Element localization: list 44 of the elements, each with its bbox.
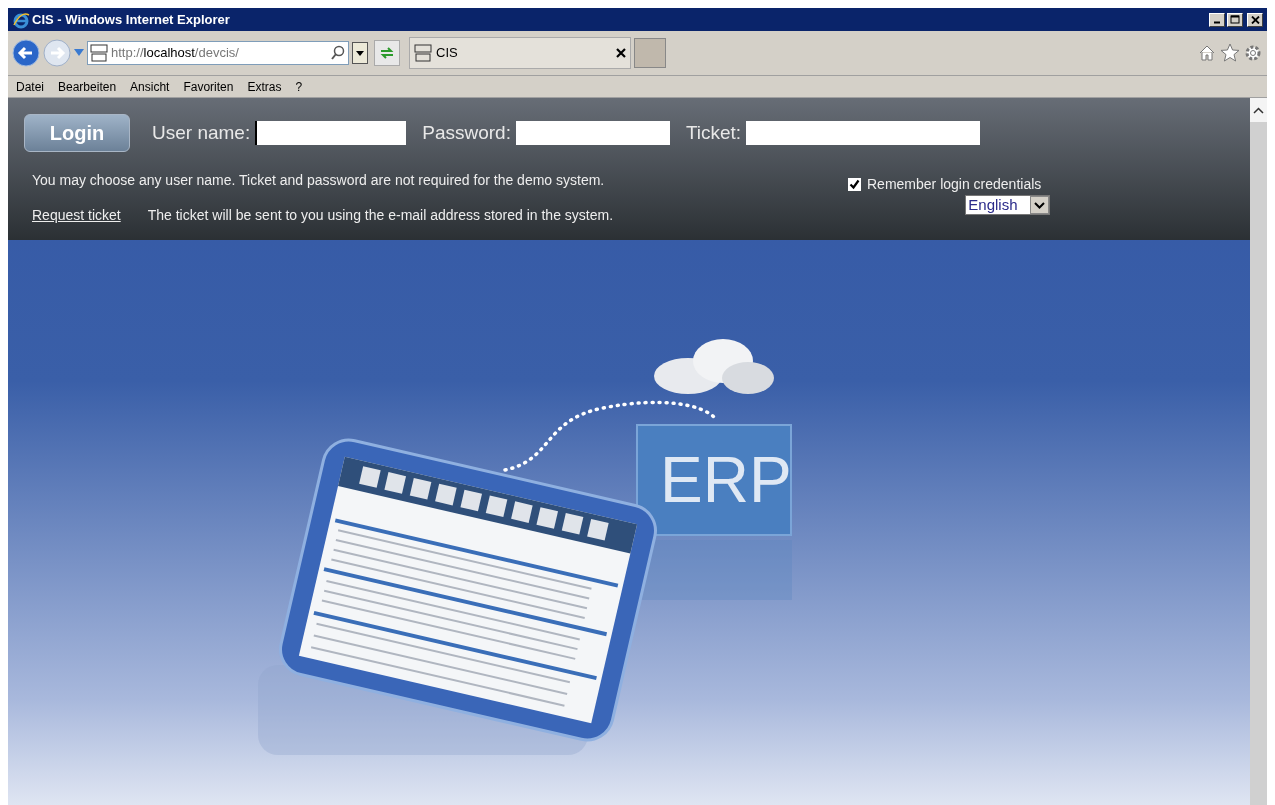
request-ticket-link[interactable]: Request ticket (32, 205, 121, 226)
back-icon[interactable] (12, 39, 40, 67)
maximize-icon (1230, 15, 1240, 24)
menu-item[interactable]: Extras (241, 77, 288, 96)
minimize-button[interactable] (1209, 12, 1225, 27)
input-field[interactable] (746, 121, 981, 145)
menu-item[interactable]: Favoriten (177, 77, 240, 96)
refresh-button[interactable] (374, 40, 400, 66)
address-field[interactable]: http://localhost/devcis/ (87, 41, 349, 65)
chevron-down-icon (1034, 201, 1046, 209)
settings-icon[interactable] (1243, 43, 1263, 63)
login-hint: You may choose any user name. Ticket and password are not required for the demo system. (32, 171, 605, 190)
field-label: Ticket: (685, 120, 742, 145)
menu-item[interactable]: Bearbeiten (52, 77, 123, 96)
refresh-icon (379, 46, 395, 60)
input-field[interactable] (255, 121, 407, 145)
window-title: CIS - Windows Internet Explorer (32, 10, 231, 29)
browser-tab[interactable]: CIS (409, 37, 631, 69)
caret-icon (356, 50, 364, 56)
star-icon[interactable] (1220, 43, 1240, 63)
menu-item[interactable]: Datei (10, 77, 50, 96)
home-icon[interactable] (1197, 43, 1217, 63)
site-icon (90, 44, 108, 62)
menu-item[interactable]: Ansicht (124, 77, 176, 96)
search-icon[interactable] (330, 45, 346, 61)
scroll-up-icon[interactable] (1253, 106, 1264, 114)
field-label: User name: (152, 120, 251, 145)
dropdown-arrow-icon[interactable] (74, 49, 84, 57)
maximize-button[interactable] (1227, 12, 1243, 27)
language-select[interactable]: English (965, 195, 1051, 215)
input-field[interactable] (515, 121, 670, 145)
menu-item[interactable]: ? (289, 77, 309, 96)
address-dropdown-button[interactable] (352, 42, 368, 64)
browser-logo-icon (12, 10, 30, 29)
scrollbar[interactable] (1250, 98, 1267, 805)
close-tab-icon[interactable] (616, 48, 626, 58)
close-icon (1250, 15, 1260, 24)
remember-checkbox[interactable] (848, 178, 861, 191)
remember-label: Remember login credentials (867, 175, 1042, 194)
erp-label: ERP (660, 448, 792, 512)
close-button[interactable] (1247, 12, 1263, 27)
request-ticket-note: The ticket will be sent to you using the e-mail address stored in the system. (147, 206, 614, 225)
field-label: Password: (422, 120, 511, 145)
site-icon (414, 44, 432, 62)
